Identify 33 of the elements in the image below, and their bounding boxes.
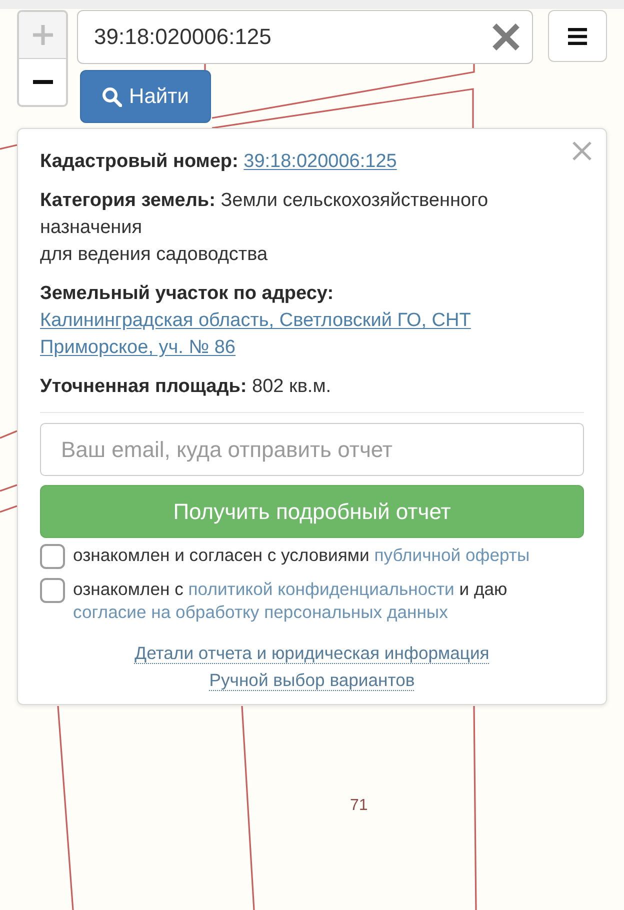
consent-checkbox[interactable] <box>40 544 65 569</box>
close-button[interactable] <box>571 140 593 162</box>
parcel-boundary-line <box>0 430 18 439</box>
parcel-number-label: 71 <box>350 797 368 815</box>
menu-icon <box>568 28 587 44</box>
parcel-boundary-line <box>204 64 206 70</box>
email-field[interactable]: Ваш email, куда отправить отчет <box>40 423 584 476</box>
search-field[interactable]: 39:18:020006:125 <box>77 10 533 64</box>
consent-link[interactable]: политикой конфиденциальности <box>188 579 454 599</box>
footer-link[interactable]: Детали отчета и юридическая информация <box>134 640 490 667</box>
info-link[interactable]: Калининградская область, Светловский ГО, СНТ Приморское, уч. № 86 <box>40 307 584 361</box>
plus-icon <box>32 25 52 45</box>
info-row-text: Уточненная площадь: 802 кв.м. <box>40 375 332 399</box>
parcel-boundary-line <box>0 484 18 492</box>
consent-text: ознакомлен с политикой конфиденциальности и даю согласие на обработку персональных данных <box>73 578 508 624</box>
close-icon <box>572 141 592 161</box>
consent-text: ознакомлен и согласен с условиями публичной оферты <box>73 544 530 567</box>
menu-button[interactable] <box>548 10 607 62</box>
parcel-boundary-line <box>0 144 18 150</box>
info-row: Земельный участок по адресу: Калининградская область, Светловский ГО, СНТ Приморское, уч. № 86 <box>40 280 584 361</box>
info-row: Кадастровый номер: 39:18:020006:125 <box>40 148 584 175</box>
parcel-boundary-line <box>0 505 18 513</box>
get-report-button[interactable]: Получить подробный отчет <box>40 485 584 538</box>
find-button[interactable]: Найти <box>80 70 211 123</box>
search-icon <box>102 86 122 106</box>
consent-checkbox[interactable] <box>40 578 65 603</box>
consent-link[interactable]: публичной оферты <box>374 545 530 565</box>
footer-link[interactable]: Ручной выбор вариантов <box>209 667 415 694</box>
minus-icon <box>32 80 52 84</box>
info-link[interactable]: 39:18:020006:125 <box>244 148 397 175</box>
info-row-text: Категория земель: Земли сельскохозяйственного назначения для ведения садоводства <box>40 189 490 267</box>
clear-icon[interactable] <box>492 23 520 51</box>
consent-link[interactable]: согласие на обработку персональных данных <box>73 602 448 622</box>
